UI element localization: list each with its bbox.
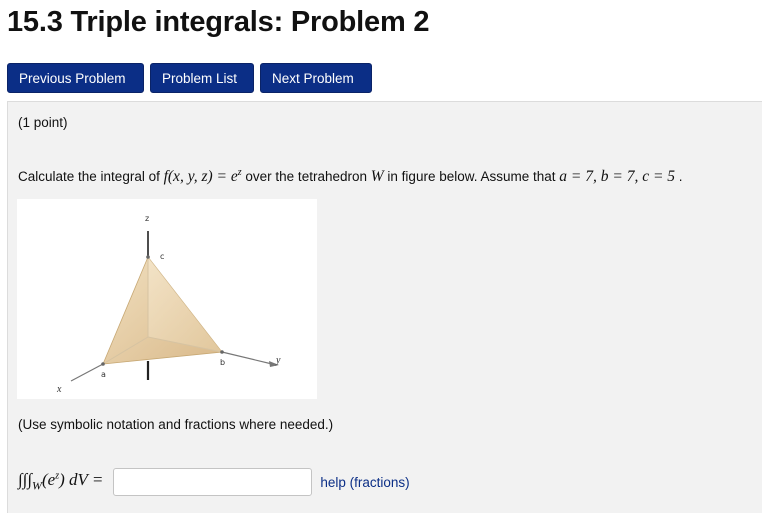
next-problem-button[interactable]: Next Problem — [260, 63, 372, 93]
vertex-c — [146, 255, 150, 259]
integral-signs: ∫∫∫ — [18, 470, 32, 490]
problem-list-button[interactable]: Problem List — [150, 63, 254, 93]
page-title: 15.3 Triple integrals: Problem 2 — [7, 6, 430, 38]
question-end: . — [675, 169, 683, 185]
question-suffix: in figure below. Assume that — [383, 169, 560, 185]
integrand-end: ) dV = — [59, 470, 104, 490]
vertex-a — [101, 362, 105, 366]
question-middle: over the tetrahedron — [241, 169, 371, 185]
question-prefix: Calculate the integral of — [18, 169, 164, 185]
answer-input[interactable] — [113, 468, 313, 496]
problem-navigation: Previous Problem Problem List Next Probl… — [7, 63, 372, 93]
vertex-b — [220, 350, 224, 354]
function-expression: f(x, y, z) = ez — [163, 167, 242, 186]
parameter-values: a = 7, b = 7, c = 5 — [559, 168, 676, 186]
points-label: (1 point) — [18, 115, 68, 130]
x-axis-line — [70, 363, 104, 382]
previous-problem-button[interactable]: Previous Problem — [7, 63, 144, 93]
problem-panel: (1 point) Calculate the integral of f(x,… — [7, 101, 762, 513]
axis-y-label: y — [275, 355, 281, 366]
y-axis-line — [221, 351, 273, 365]
vertex-a-label: a — [101, 370, 106, 379]
vertex-c-label: c — [160, 252, 164, 261]
tetrahedron-figure: z c a b x y — [17, 199, 317, 399]
tetrahedron-diagram: z c a b x y — [56, 214, 281, 395]
problem-statement: Calculate the integral of f(x, y, z) = e… — [18, 167, 683, 186]
vertex-b-label: b — [220, 358, 225, 367]
integral-expression: ∫∫∫W(ez) dV = — [18, 470, 103, 493]
integral-subscript: W — [31, 478, 42, 493]
notation-hint: (Use symbolic notation and fractions whe… — [18, 417, 334, 432]
region-symbol: W — [370, 168, 384, 186]
answer-row: ∫∫∫W(ez) dV = help (fractions) — [18, 468, 410, 496]
integrand-text: (e — [41, 470, 56, 490]
axis-x-label: x — [56, 384, 62, 395]
axis-z-label: z — [145, 214, 149, 223]
function-text: f(x, y, z) = e — [163, 168, 238, 186]
help-fractions-link[interactable]: help (fractions) — [320, 475, 409, 490]
